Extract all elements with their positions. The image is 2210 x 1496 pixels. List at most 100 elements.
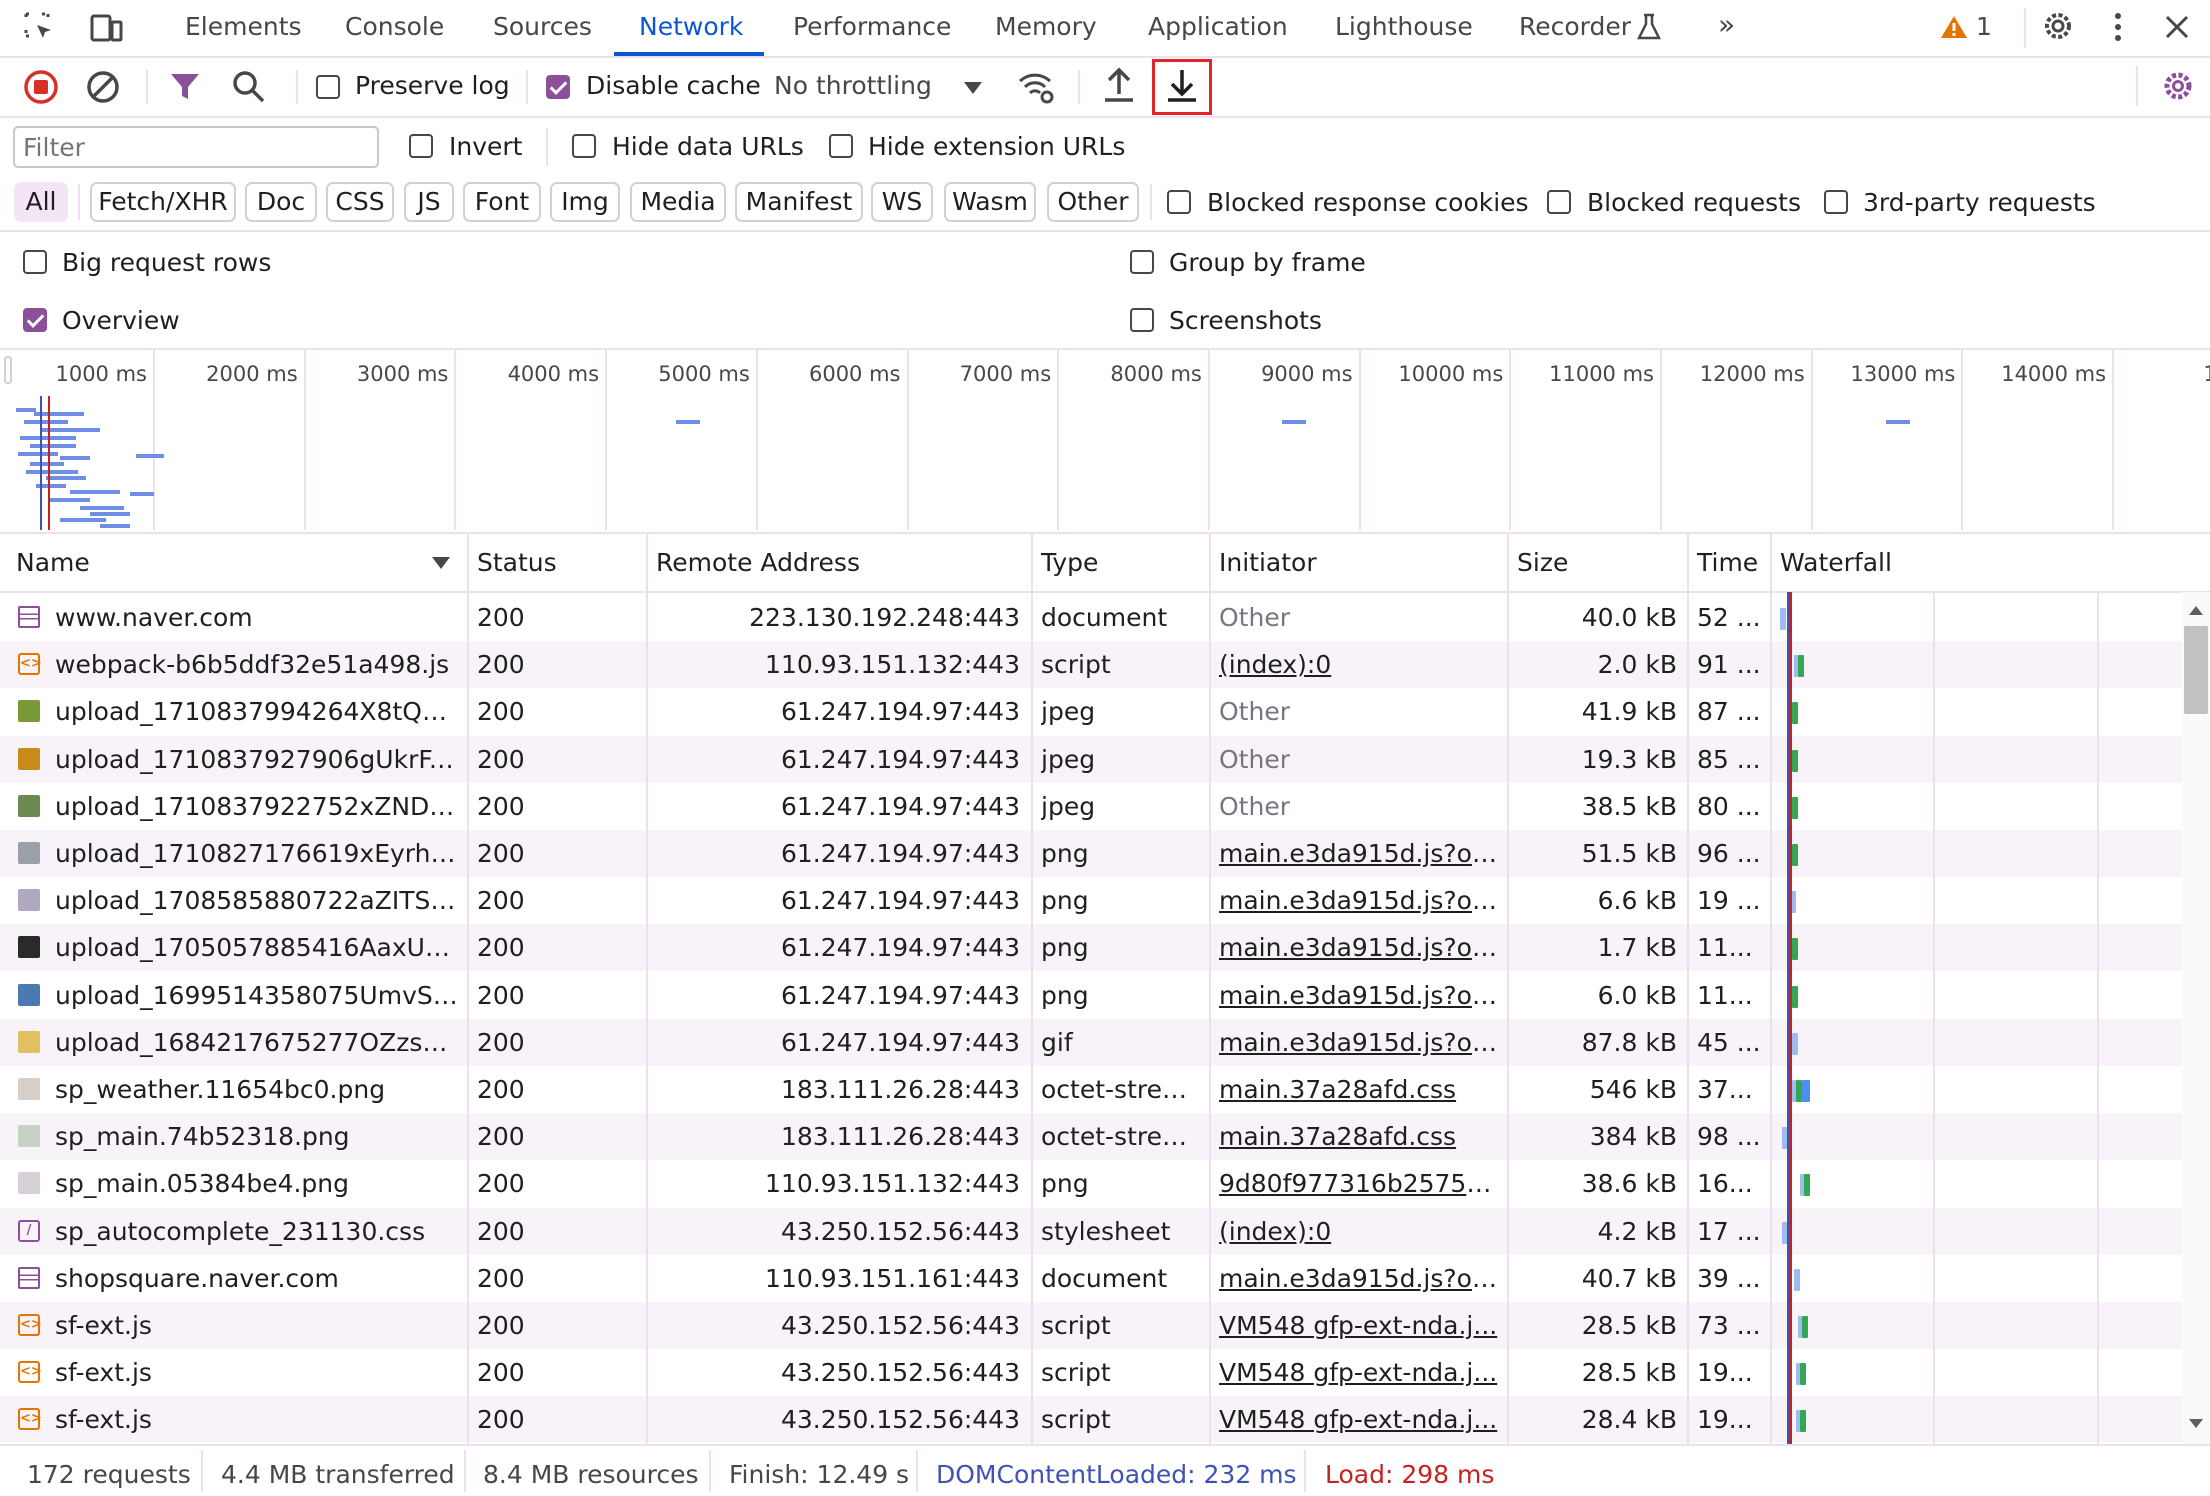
scrollbar-thumb[interactable] xyxy=(2184,626,2208,714)
cell-initiator[interactable]: (index):0 xyxy=(1219,1208,1499,1255)
clear-icon[interactable] xyxy=(84,68,122,106)
cell-initiator[interactable]: VM548 gfp-ext-nda.j... xyxy=(1219,1349,1499,1396)
hide-data-urls-checkbox[interactable] xyxy=(572,134,596,158)
table-row[interactable]: sp_weather.11654bc0.png 200 183.111.26.28:… xyxy=(0,1066,2182,1113)
sort-descending-icon[interactable] xyxy=(430,555,452,571)
type-filter-other[interactable]: Other xyxy=(1047,182,1139,222)
type-filter-img[interactable]: Img xyxy=(550,182,620,222)
type-filter-js[interactable]: JS xyxy=(404,182,454,222)
close-icon[interactable] xyxy=(2162,12,2192,42)
column-header-size[interactable]: Size xyxy=(1517,548,1568,577)
cell-initiator[interactable]: main.e3da915d.js?o=... xyxy=(1219,1019,1499,1066)
timeline-left-handle[interactable] xyxy=(4,356,12,384)
warning-count[interactable]: 1 xyxy=(1976,12,1992,41)
column-header-name[interactable]: Name xyxy=(16,548,90,577)
blocked-response-cookies-label[interactable]: Blocked response cookies xyxy=(1207,188,1529,217)
tab-performance[interactable]: Performance xyxy=(793,12,951,41)
cell-initiator[interactable]: main.e3da915d.js?o=... xyxy=(1219,972,1499,1019)
table-row[interactable]: <> webpack-b6b5ddf32e51a498.js 200 110.93.1… xyxy=(0,641,2182,689)
type-filter-font[interactable]: Font xyxy=(463,182,541,222)
cell-initiator[interactable]: main.37a28afd.css xyxy=(1219,1113,1499,1160)
overview-timeline[interactable]: 1000 ms 2000 ms 3000 ms 4000 ms 5000 ms 6000 … xyxy=(0,350,2210,536)
type-filter-all[interactable]: All xyxy=(14,182,68,222)
big-request-rows-label[interactable]: Big request rows xyxy=(62,248,271,277)
tab-console[interactable]: Console xyxy=(345,12,444,41)
disable-cache-label[interactable]: Disable cache xyxy=(586,71,761,100)
blocked-response-cookies-checkbox[interactable] xyxy=(1167,190,1191,214)
table-row[interactable]: upload_1710837927906gUkrF.jpg 200 61.247.1… xyxy=(0,735,2182,783)
blocked-requests-label[interactable]: Blocked requests xyxy=(1587,188,1801,217)
type-filter-wasm[interactable]: Wasm xyxy=(944,182,1036,222)
cell-initiator[interactable]: main.e3da915d.js?o=... xyxy=(1219,924,1499,971)
table-row[interactable]: upload_1699514358075UmvS8.... 200 61.247.1… xyxy=(0,972,2182,1019)
scroll-down-arrow-icon[interactable] xyxy=(2188,1418,2204,1430)
table-row[interactable]: upload_1708585880722aZITS.png 200 61.247.1… xyxy=(0,877,2182,924)
filter-input[interactable] xyxy=(13,126,379,168)
group-by-frame-checkbox[interactable] xyxy=(1130,250,1154,274)
cell-initiator[interactable]: VM548 gfp-ext-nda.j... xyxy=(1219,1396,1499,1443)
network-conditions-icon[interactable] xyxy=(1016,68,1056,106)
table-row[interactable]: upload_1710827176619xEyrh.png 200 61.247.1… xyxy=(0,830,2182,877)
inspect-element-icon[interactable] xyxy=(22,10,58,46)
throttling-select[interactable]: No throttling xyxy=(774,71,932,100)
more-options-icon[interactable] xyxy=(2106,10,2130,44)
table-row[interactable]: upload_1684217675277OZzsu.gif 200 61.247.1… xyxy=(0,1018,2182,1066)
tab-sources[interactable]: Sources xyxy=(493,12,592,41)
table-row[interactable]: shopsquare.naver.com 200 110.93.151.161:44… xyxy=(0,1255,2182,1302)
warning-icon[interactable] xyxy=(1940,14,1968,40)
cell-initiator[interactable]: (index):0 xyxy=(1219,641,1499,688)
hide-data-urls-label[interactable]: Hide data URLs xyxy=(612,132,804,161)
table-row[interactable]: upload_1710837994264X8tQO.j... 200 61.247.… xyxy=(0,688,2182,735)
type-filter-media[interactable]: Media xyxy=(630,182,726,222)
chevron-down-icon[interactable] xyxy=(962,80,984,96)
disable-cache-checkbox[interactable] xyxy=(546,75,570,99)
type-filter-doc[interactable]: Doc xyxy=(245,182,317,222)
scroll-up-arrow-icon[interactable] xyxy=(2188,604,2204,616)
tab-recorder[interactable]: Recorder xyxy=(1519,12,1631,41)
cell-initiator[interactable]: main.37a28afd.css xyxy=(1219,1066,1499,1113)
table-row[interactable]: <> sf-ext.js 200 43.250.152.56:443 script VM5… xyxy=(0,1349,2182,1396)
group-by-frame-label[interactable]: Group by frame xyxy=(1169,248,1366,277)
hide-extension-urls-checkbox[interactable] xyxy=(829,134,853,158)
column-header-remote-address[interactable]: Remote Address xyxy=(656,548,860,577)
column-header-status[interactable]: Status xyxy=(477,548,557,577)
preserve-log-label[interactable]: Preserve log xyxy=(355,71,510,100)
tab-network[interactable]: Network xyxy=(639,12,743,41)
table-row[interactable]: upload_1705057885416AaxUM.... 200 61.247.1… xyxy=(0,924,2182,972)
table-row[interactable]: <> sf-ext.js 200 43.250.152.56:443 script VM5… xyxy=(0,1302,2182,1349)
record-stop-icon[interactable] xyxy=(22,68,60,106)
cell-initiator[interactable]: VM548 gfp-ext-nda.j... xyxy=(1219,1302,1499,1349)
table-row[interactable]: sp_main.74b52318.png 200 183.111.26.28:443… xyxy=(0,1113,2182,1161)
type-filter-ws[interactable]: WS xyxy=(871,182,933,222)
invert-checkbox[interactable] xyxy=(409,134,433,158)
cell-initiator[interactable]: 9d80f977316b2575.css xyxy=(1219,1160,1499,1207)
device-toolbar-icon[interactable] xyxy=(88,10,124,46)
table-row[interactable]: www.naver.com 200 223.130.192.248:443 docum… xyxy=(0,594,2182,641)
import-har-icon[interactable] xyxy=(1100,66,1138,106)
tab-memory[interactable]: Memory xyxy=(995,12,1097,41)
type-filter-manifest[interactable]: Manifest xyxy=(735,182,863,222)
type-filter-css[interactable]: CSS xyxy=(326,182,394,222)
overview-checkbox[interactable] xyxy=(23,308,47,332)
column-header-waterfall[interactable]: Waterfall xyxy=(1780,548,1892,577)
cell-initiator[interactable]: main.e3da915d.js?o=... xyxy=(1219,830,1499,877)
tab-elements[interactable]: Elements xyxy=(185,12,302,41)
cell-initiator[interactable]: main.e3da915d.js?o=... xyxy=(1219,877,1499,924)
scrollbar-track[interactable] xyxy=(2182,592,2210,1444)
table-row[interactable]: <> sf-ext.js 200 43.250.152.56:443 script VM5… xyxy=(0,1396,2182,1444)
settings-gear-icon[interactable] xyxy=(2040,8,2076,44)
screenshots-label[interactable]: Screenshots xyxy=(1169,306,1322,335)
overview-label[interactable]: Overview xyxy=(62,306,180,335)
blocked-requests-checkbox[interactable] xyxy=(1547,190,1571,214)
table-row[interactable]: sp_main.05384be4.png 200 110.93.151.132:44… xyxy=(0,1160,2182,1207)
export-har-icon[interactable] xyxy=(1163,66,1201,106)
invert-label[interactable]: Invert xyxy=(449,132,522,161)
column-header-time[interactable]: Time xyxy=(1697,548,1758,577)
search-icon[interactable] xyxy=(230,68,268,106)
column-header-type[interactable]: Type xyxy=(1041,548,1098,577)
screenshots-checkbox[interactable] xyxy=(1130,308,1154,332)
table-row[interactable]: / sp_autocomplete_231130.css 200 43.250.152… xyxy=(0,1207,2182,1255)
cell-initiator[interactable]: main.e3da915d.js?o=... xyxy=(1219,1255,1499,1302)
third-party-requests-checkbox[interactable] xyxy=(1824,190,1848,214)
column-header-initiator[interactable]: Initiator xyxy=(1219,548,1317,577)
